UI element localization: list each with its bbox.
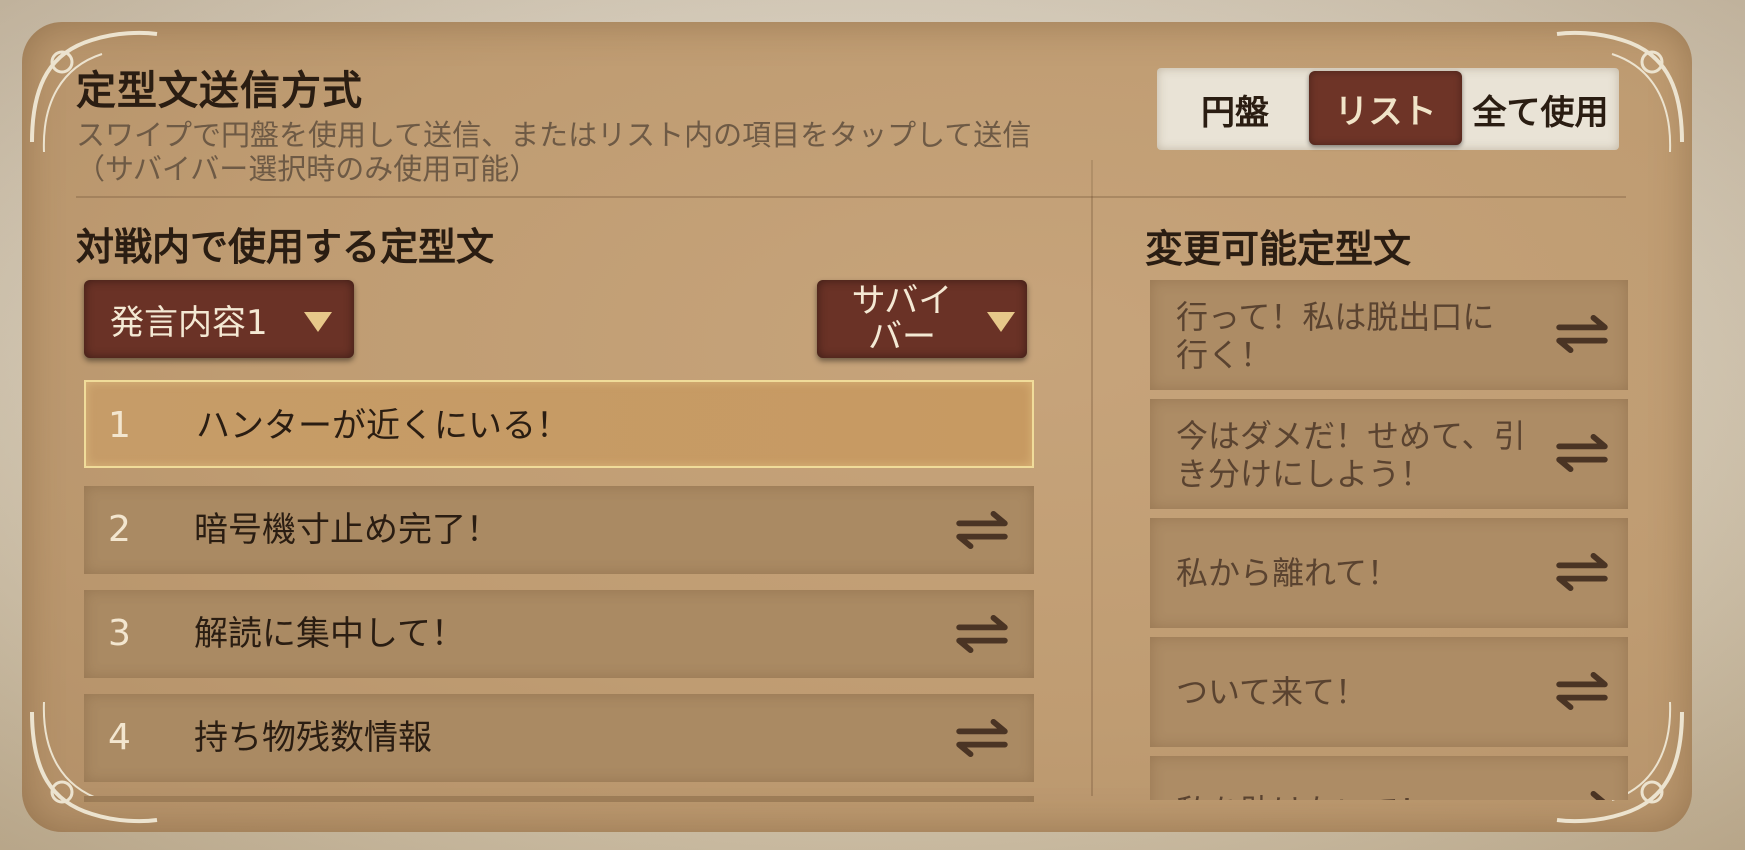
phrase-number: 4 <box>108 717 131 758</box>
mode-option-disc[interactable]: 円盤 <box>1157 68 1313 150</box>
in-match-phrases-title: 対戦内で使用する定型文 <box>76 225 495 269</box>
phrase-row[interactable]: 2 暗号機寸止め完了！ <box>84 486 1034 574</box>
changeable-phrase-text: 今はダメだ！せめて、引き分けにしよう！ <box>1176 417 1526 493</box>
role-dropdown[interactable]: サバイバー <box>817 280 1027 358</box>
changeable-phrases-title: 変更可能定型文 <box>1145 227 1412 271</box>
phrase-row[interactable]: 3 解読に集中して！ <box>84 590 1034 678</box>
column-divider <box>1091 196 1093 796</box>
swap-arrows-icon[interactable] <box>1552 790 1612 800</box>
changeable-phrase-item[interactable]: ついて来て！ <box>1150 637 1628 747</box>
role-label: サバイバー <box>851 281 953 357</box>
phrase-text: 暗号機寸止め完了！ <box>194 510 500 550</box>
swap-arrows-icon[interactable] <box>1552 552 1612 592</box>
changeable-phrase-item[interactable]: 私から離れて！ <box>1150 518 1628 628</box>
phrase-number: 1 <box>108 405 131 446</box>
phrase-number: 3 <box>108 613 131 654</box>
swap-arrows-icon[interactable] <box>1552 433 1612 473</box>
caret-down-icon <box>304 312 332 332</box>
mode-option-list[interactable]: リスト <box>1309 71 1462 145</box>
phrase-row-partial <box>84 796 1034 802</box>
phrase-row[interactable]: 1 ハンターが近くにいる！ <box>84 380 1034 468</box>
mode-option-all[interactable]: 全て使用 <box>1462 68 1619 150</box>
changeable-phrase-item[interactable]: 行って！私は脱出口に行く！ <box>1150 280 1628 390</box>
divider <box>1091 160 1093 196</box>
changeable-phrase-text: ついて来て！ <box>1176 673 1368 711</box>
changeable-phrase-text: 行って！私は脱出口に行く！ <box>1176 298 1495 374</box>
phrase-number: 2 <box>108 509 131 550</box>
swap-arrows-icon[interactable] <box>952 718 1012 758</box>
phrase-slot-label: 発言内容1 <box>110 302 268 343</box>
divider <box>76 196 1626 198</box>
changeable-phrase-item[interactable]: 私を助けないで！ <box>1150 756 1628 800</box>
changeable-phrase-item[interactable]: 今はダメだ！せめて、引き分けにしよう！ <box>1150 399 1628 509</box>
changeable-phrase-list: 行って！私は脱出口に行く！ 今はダメだ！せめて、引き分けにしよう！ 私から離れて… <box>1150 280 1628 800</box>
send-mode-selector: 円盤 リスト 全て使用 <box>1157 68 1619 150</box>
swap-arrows-icon[interactable] <box>952 614 1012 654</box>
phrase-row[interactable]: 4 持ち物残数情報 <box>84 694 1034 782</box>
changeable-phrase-text: 私から離れて！ <box>1176 554 1400 592</box>
swap-arrows-icon[interactable] <box>1552 314 1612 354</box>
phrase-text: 解読に集中して！ <box>194 614 465 654</box>
phrase-text: ハンターが近くにいる！ <box>196 406 570 446</box>
phrase-text: 持ち物残数情報 <box>194 718 432 758</box>
swap-arrows-icon[interactable] <box>952 510 1012 550</box>
page-description: スワイプで円盤を使用して送信、またはリスト内の項目をタップして送信（サバイバー選… <box>76 118 1032 186</box>
swap-arrows-icon[interactable] <box>1552 671 1612 711</box>
caret-down-icon <box>987 312 1015 332</box>
changeable-phrase-text: 私を助けないで！ <box>1176 792 1526 800</box>
phrase-slot-dropdown[interactable]: 発言内容1 <box>84 280 354 358</box>
page-title: 定型文送信方式 <box>76 68 363 114</box>
